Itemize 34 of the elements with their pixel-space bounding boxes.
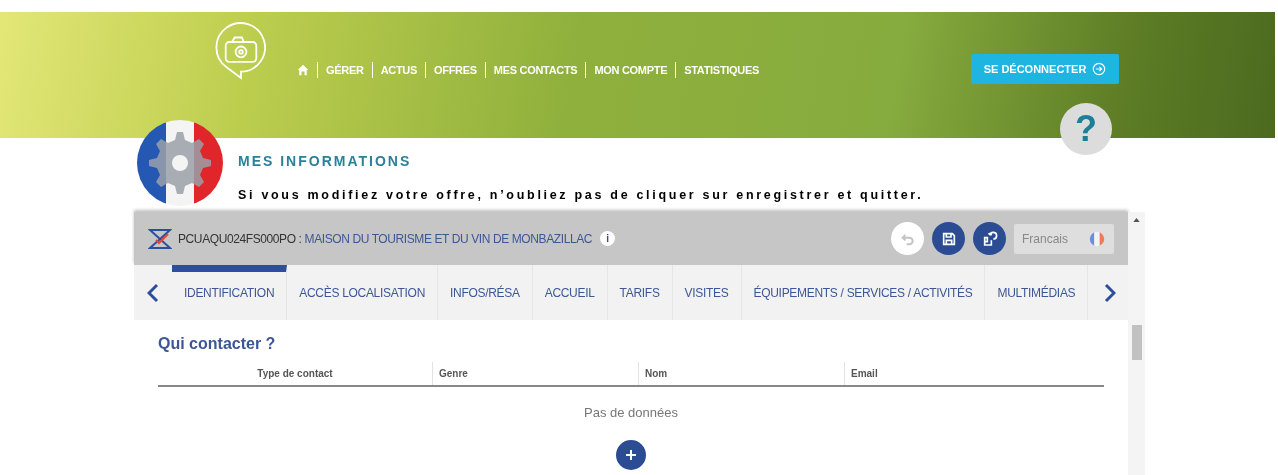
tab[interactable]: MULTIMÉDIAS (985, 265, 1089, 320)
floppy-disk-arrow-icon (981, 230, 998, 247)
plus-icon (626, 449, 636, 460)
empty-message: Pas de données (584, 404, 678, 422)
tab[interactable]: ACCUEIL (532, 265, 608, 320)
tab[interactable]: ÉQUIPEMENTS / SERVICES / ACTIVITÉS (741, 265, 986, 320)
tab[interactable]: TARIFS (607, 265, 673, 320)
add-button[interactable] (616, 439, 646, 470)
flag-gear-icon (137, 120, 223, 206)
notice-text: Si vous modifiez votre offre, n’oubliez pas de cliquer sur enregistrer et quitter. (238, 187, 925, 204)
chevron-right-icon[interactable] (1104, 282, 1116, 303)
column-header: Nom (645, 367, 668, 381)
tab[interactable]: ACCÈS LOCALISATION (287, 265, 438, 320)
tab[interactable]: IDENTIFICATION (172, 265, 288, 320)
info-icon[interactable]: i (600, 231, 616, 246)
section-heading: Qui contacter ? (158, 334, 277, 354)
tab[interactable]: VISITES (672, 265, 742, 320)
flag-icon (1088, 229, 1106, 248)
tab[interactable]: INFOS/RÉSA (438, 265, 533, 320)
arrow-circle-icon (1092, 62, 1107, 76)
column-header: Email (851, 367, 878, 381)
save-button[interactable] (932, 222, 965, 255)
hourglass-icon (148, 228, 172, 249)
scrollbar-thumb[interactable] (1131, 325, 1142, 360)
help-button[interactable]: ? (1060, 103, 1112, 155)
offer-name: MAISON DU TOURISME ET DU VIN DE MONBAZILLAC (304, 230, 593, 248)
section-title: MES INFORMATIONS (238, 152, 413, 171)
save-exit-button[interactable] (973, 222, 1006, 255)
chevron-left-icon[interactable] (147, 282, 159, 303)
column-header: Type de contact (257, 367, 333, 381)
column-header: Genre (439, 367, 468, 381)
scroll-up-icon[interactable] (1133, 218, 1140, 222)
offer-code: PCUAQU024FS000PO : (178, 230, 302, 248)
scrollbar[interactable] (1128, 212, 1145, 475)
